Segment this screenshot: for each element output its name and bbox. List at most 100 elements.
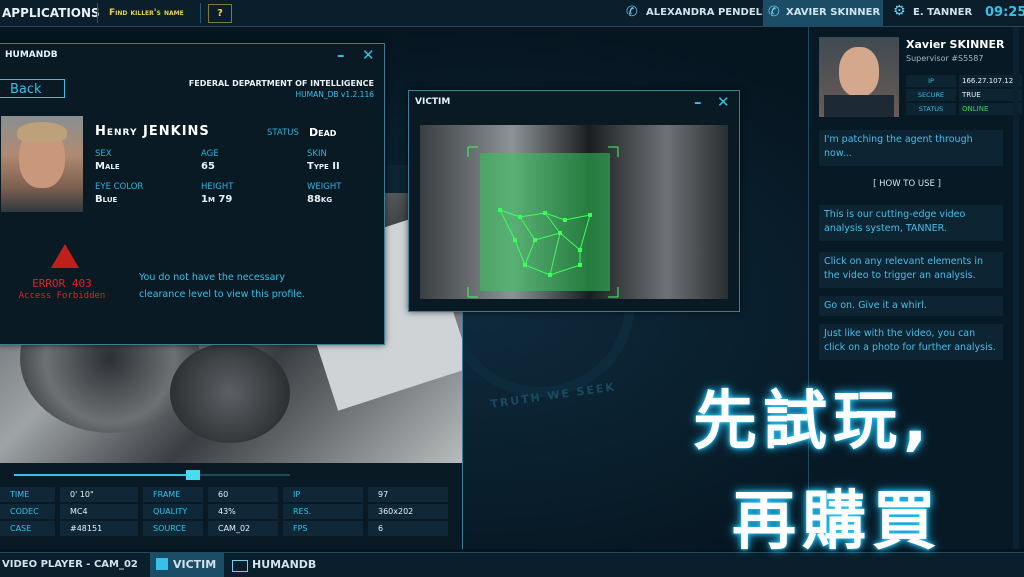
hair-shape	[17, 122, 67, 142]
suit-shape	[824, 95, 894, 117]
gear-icon: ⚙	[893, 3, 906, 19]
field-value: Blue	[95, 194, 118, 205]
stat-label: QUALITY	[143, 504, 203, 519]
clearance-message-2: clearance level to view this profile.	[139, 289, 305, 300]
stat-value: 360x202	[368, 504, 448, 519]
stats-row: TIME 0' 10" FRAME 60 IP 97	[0, 487, 462, 502]
chat-message: I'm patching the agent through now...	[819, 130, 1003, 166]
clock: 09:25	[985, 5, 1024, 20]
find-killer-button[interactable]: Find killer's name	[109, 0, 184, 26]
field-label: WEIGHT	[307, 182, 342, 192]
stat-label: CASE	[0, 521, 55, 536]
minimize-icon[interactable]: –	[337, 44, 345, 66]
applications-menu[interactable]: APPLICATIONS	[2, 0, 100, 26]
chat-message: Just like with the video, you can click …	[819, 324, 1003, 360]
field-value: Male	[95, 161, 120, 172]
stat-value: 60	[208, 487, 278, 502]
phone-icon: ✆	[626, 4, 638, 20]
back-label: Back	[10, 82, 42, 97]
info-label: STATUS	[906, 103, 956, 115]
divider	[200, 3, 201, 23]
error-text: Access Forbidden	[18, 291, 106, 301]
taskbar-label: VICTIM	[173, 558, 217, 571]
top-bar: APPLICATIONS Find killer's name ? ✆ ALEX…	[0, 0, 1024, 27]
stat-value: MC4	[60, 504, 138, 519]
stats-row: CODEC MC4 QUALITY 43% RES. 360x202	[0, 504, 462, 519]
promo-line-1: 先試玩,	[693, 385, 934, 459]
help-label: ?	[217, 8, 223, 19]
stat-label: SOURCE	[143, 521, 203, 536]
info-label: SECURE	[906, 89, 956, 101]
timeline-handle[interactable]	[186, 470, 201, 480]
stat-value: CAM_02	[208, 521, 278, 536]
stat-label: IP	[283, 487, 363, 502]
stat-value: 97	[368, 487, 448, 502]
field-label: HEIGHT	[201, 182, 234, 192]
supervisor-avatar[interactable]	[819, 37, 899, 117]
contact-tanner[interactable]: ⚙ E. TANNER	[888, 0, 973, 26]
back-button[interactable]: Back	[0, 79, 65, 98]
stat-value: 6	[368, 521, 448, 536]
status-value: Dead	[309, 126, 337, 139]
field-label: AGE	[201, 149, 219, 159]
error-code: ERROR 403	[32, 277, 92, 290]
photo-icon	[156, 558, 168, 570]
field-value: Type II	[307, 161, 340, 172]
humandb-window: HUMANDB – ✕ Back FEDERAL DEPARTMENT OF I…	[0, 43, 385, 345]
contact-skinner[interactable]: ✆ XAVIER SKINNER	[763, 0, 883, 26]
stat-value: 0' 10"	[60, 487, 138, 502]
close-icon[interactable]: ✕	[717, 91, 730, 113]
video-object[interactable]	[170, 343, 290, 443]
stat-label: RES.	[283, 504, 363, 519]
window-title: HUMANDB	[5, 50, 58, 60]
department-name: FEDERAL DEPARTMENT OF INTELLIGENCE	[188, 79, 374, 88]
contact-label: XAVIER SKINNER	[786, 7, 881, 18]
field-label: EYE COLOR	[95, 182, 144, 192]
status-label: STATUS	[267, 128, 299, 138]
contact-pendell[interactable]: ✆ ALEXANDRA PENDELL	[620, 0, 768, 26]
humandb-titlebar: HUMANDB – ✕	[0, 44, 384, 66]
face-mesh-overlay	[467, 146, 619, 298]
stat-value: #48151	[60, 521, 138, 536]
contact-label: E. TANNER	[913, 7, 973, 18]
face-shape	[839, 47, 879, 97]
field-value: 88kg	[307, 194, 333, 205]
close-icon[interactable]: ✕	[362, 44, 375, 66]
supervisor-role: Supervisor #S5587	[906, 54, 984, 63]
profile-photo[interactable]	[1, 116, 83, 212]
field-label: SKIN	[307, 149, 327, 159]
field-value: 65	[201, 161, 215, 172]
victim-photo[interactable]	[420, 125, 728, 299]
db-version: HUMAN_DB v1.2.116	[295, 90, 374, 99]
victim-titlebar: VICTIM – ✕	[409, 91, 739, 113]
promo-line-2: 再購買	[732, 485, 942, 559]
chat-message: Click on any relevant elements in the vi…	[819, 252, 1003, 288]
chat-message: Go on. Give it a whirl.	[819, 296, 1003, 316]
stat-label: FRAME	[143, 487, 203, 502]
minimize-icon[interactable]: –	[694, 91, 702, 113]
field-label: SEX	[95, 149, 112, 159]
taskbar-video-player[interactable]: VIDEO PLAYER - CAM_02	[2, 553, 138, 577]
victim-window: VICTIM – ✕	[408, 90, 740, 312]
supervisor-name: Xavier SKINNER	[906, 38, 1005, 51]
taskbar-humandb[interactable]: HUMANDB	[228, 553, 318, 577]
taskbar-label: HUMANDB	[252, 558, 317, 571]
stat-label: CODEC	[0, 504, 55, 519]
profile-name: Henry JENKINS	[95, 124, 210, 139]
stats-row: CASE #48151 SOURCE CAM_02 FPS 6	[0, 521, 462, 536]
video-timeline[interactable]	[0, 468, 462, 482]
timeline-progress	[14, 474, 194, 476]
window-title: VICTIM	[415, 97, 451, 107]
clearance-message-1: You do not have the necessary	[139, 272, 285, 283]
stat-label: TIME	[0, 487, 55, 502]
how-to-use-link[interactable]: [ HOW TO USE ]	[809, 179, 1005, 189]
warning-icon	[51, 244, 79, 268]
help-button[interactable]: ?	[208, 4, 232, 23]
info-label: IP	[906, 75, 956, 87]
field-value: 1m 79	[201, 194, 233, 205]
contact-label: ALEXANDRA PENDELL	[646, 7, 769, 18]
chat-message: This is our cutting-edge video analysis …	[819, 205, 1003, 241]
stat-label: FPS	[283, 521, 363, 536]
chat-scrollbar[interactable]	[1013, 27, 1019, 549]
taskbar-victim[interactable]: VICTIM	[150, 553, 224, 577]
